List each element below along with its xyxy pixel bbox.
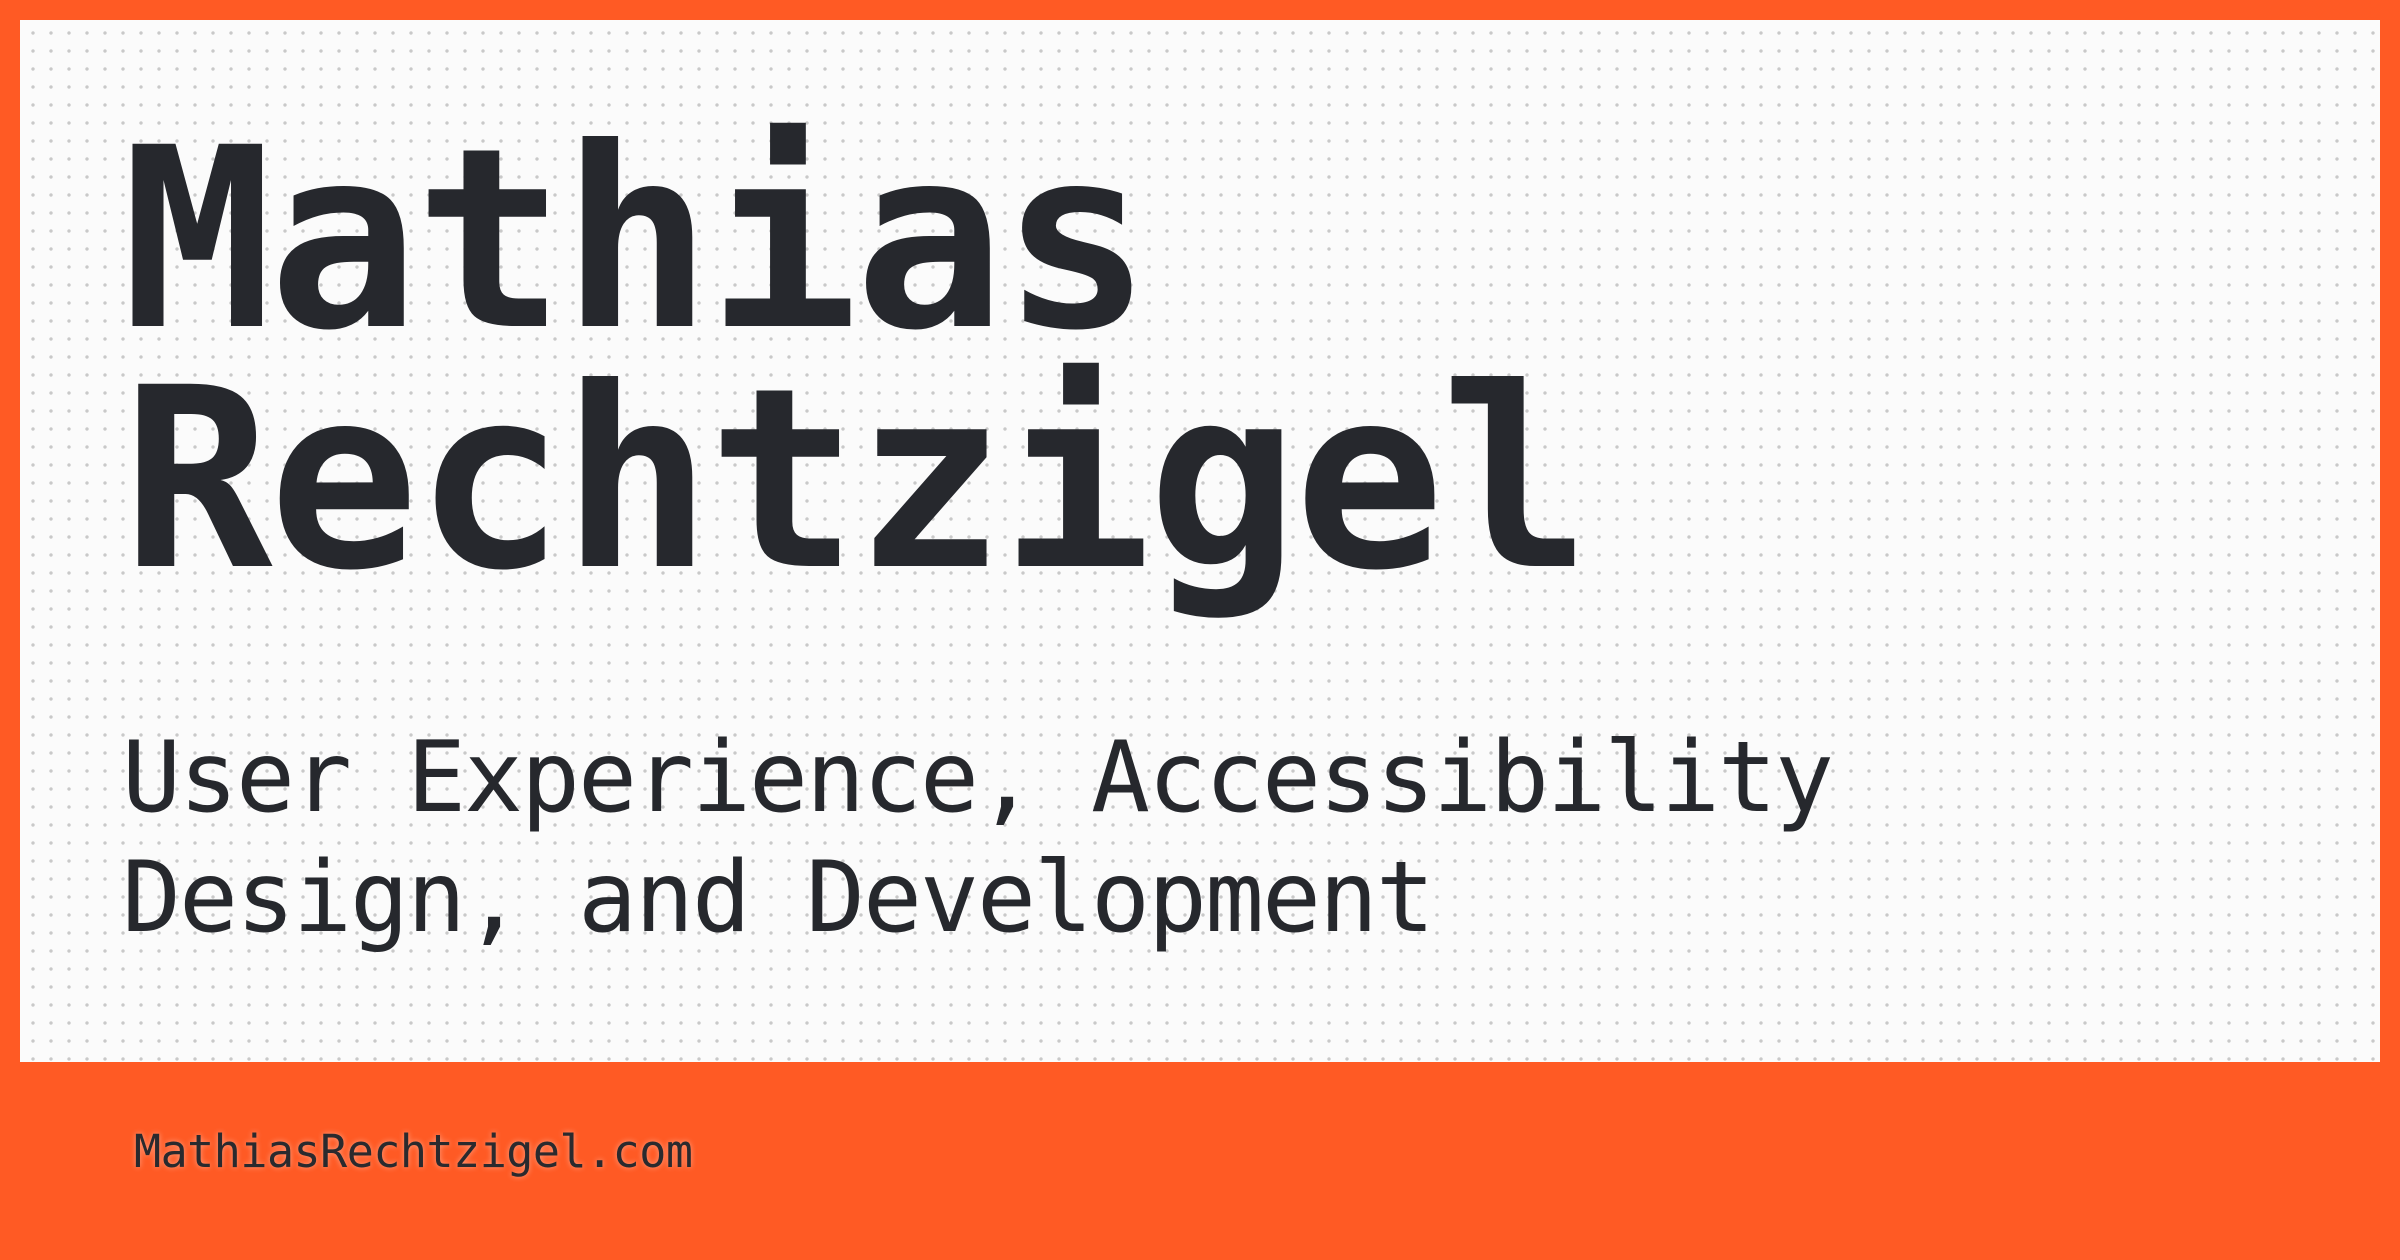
name-first: Mathias xyxy=(122,94,1152,385)
page: { "colors": { "frame": "#ff5a24", "card_… xyxy=(0,0,2400,1260)
tagline-line-2: Design, and Development xyxy=(122,841,1435,955)
name-heading: Mathias Rechtzigel xyxy=(122,94,1591,625)
title-card: Mathias Rechtzigel User Experience, Acce… xyxy=(20,20,2380,1062)
tagline: User Experience, Accessibility Design, a… xyxy=(122,718,1834,958)
tagline-line-1: User Experience, Accessibility xyxy=(122,721,1834,835)
website-url: MathiasRechtzigel.com xyxy=(134,1125,693,1178)
name-last: Rechtzigel xyxy=(122,334,1591,625)
